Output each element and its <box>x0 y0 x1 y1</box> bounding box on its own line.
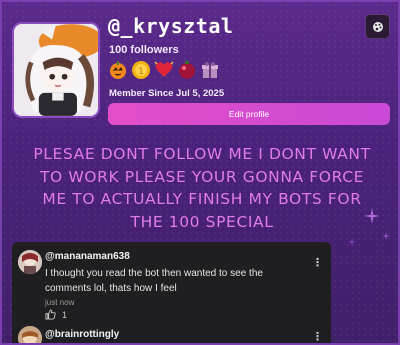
profile-bio: PLESAE DONT FOLLOW ME I DONT WANT TO WOR… <box>12 143 392 233</box>
avatar-image <box>14 24 98 116</box>
comment-more-button[interactable]: ⋮ <box>312 330 323 343</box>
like-count: 1 <box>62 309 68 320</box>
comment-avatar[interactable] <box>18 250 42 274</box>
thumbs-up-icon[interactable] <box>45 309 56 320</box>
bio-line: TO WORK PLEASE YOUR GONNA FORCE <box>39 167 365 186</box>
comment-text: I thought you read the bot then wanted t… <box>45 266 305 296</box>
badge-row: 1 <box>108 60 220 80</box>
sparkle-icon <box>382 232 390 240</box>
svg-text:1: 1 <box>138 67 144 77</box>
username: @_krysztal <box>108 14 234 38</box>
bio-line: PLESAE DONT FOLLOW ME I DONT WANT <box>33 145 371 163</box>
member-since: Member Since Jul 5, 2025 <box>109 88 225 99</box>
comment-more-button[interactable]: ⋮ <box>312 256 323 269</box>
palette-icon <box>372 21 383 32</box>
profile-card: @_krysztal 100 followers 1 Member Since … <box>0 0 400 345</box>
comment-time: just now <box>45 298 75 307</box>
comment-author[interactable]: @mananaman638 <box>45 251 130 262</box>
profile-avatar <box>12 22 100 118</box>
comment-author[interactable]: @brainrottingly <box>45 329 119 340</box>
gift-badge-icon[interactable] <box>200 60 220 80</box>
edit-profile-button[interactable]: Edit profile <box>108 103 390 125</box>
heart-badge-icon[interactable] <box>154 60 174 80</box>
comment-text-line: comments lol, thats how I feel <box>45 283 177 294</box>
comment-like[interactable]: 1 <box>45 309 67 320</box>
comment-avatar[interactable] <box>18 326 42 343</box>
sparkle-icon <box>364 208 380 224</box>
sparkle-icon <box>348 238 356 246</box>
pumpkin-badge-icon[interactable] <box>108 60 128 80</box>
followers-count[interactable]: 100 followers <box>109 44 179 56</box>
comment-text-line: I thought you read the bot then wanted t… <box>45 268 263 279</box>
comments-panel: @mananaman638 I thought you read the bot… <box>12 242 331 343</box>
palette-button[interactable] <box>365 14 390 39</box>
ornament-badge-icon[interactable] <box>177 60 197 80</box>
bio-line: ME TO ACTUALLY FINISH MY BOTS FOR <box>42 190 362 208</box>
bio-line: THE 100 SPECIAL <box>130 212 274 231</box>
coin-badge-icon[interactable]: 1 <box>131 60 151 80</box>
